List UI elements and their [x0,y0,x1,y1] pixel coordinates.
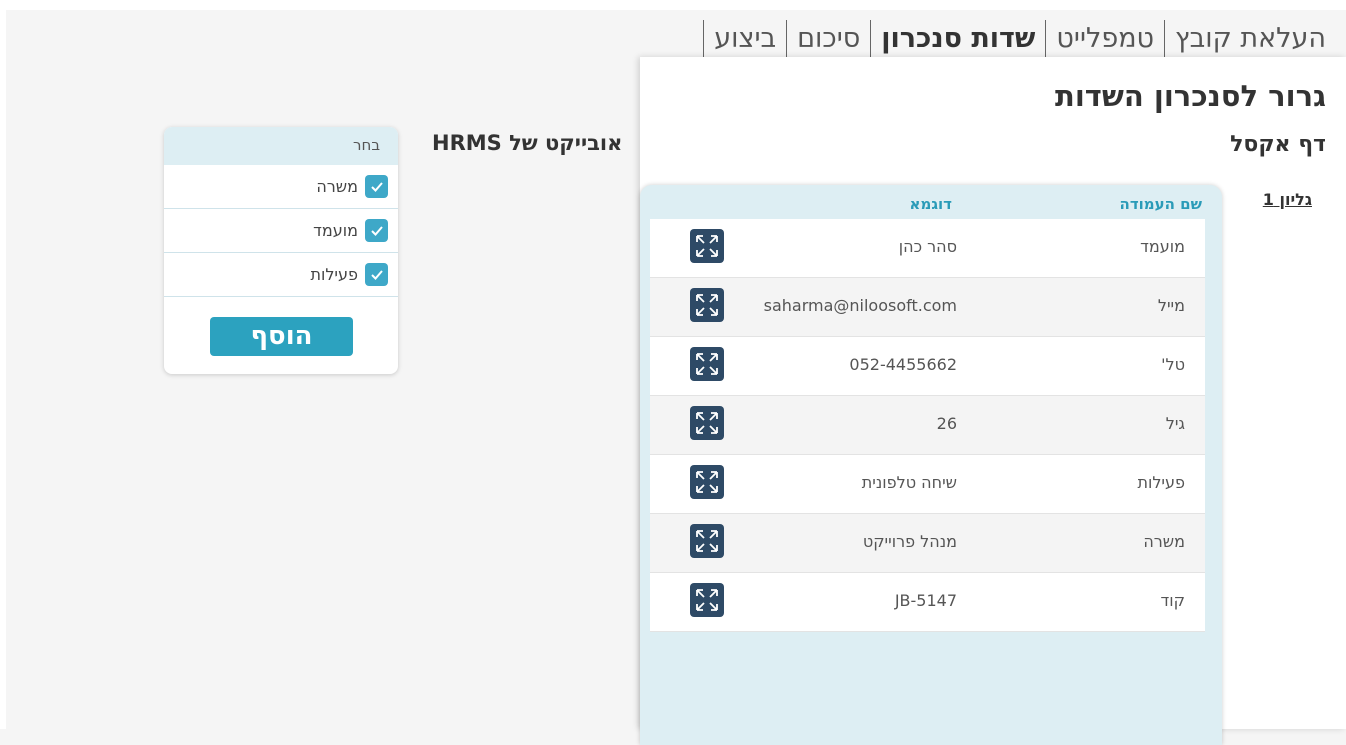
expand-arrows-icon[interactable] [690,288,724,322]
table-row[interactable]: משרה מנהל פרוייקט [650,514,1205,573]
step-sync-fields[interactable]: שדות סנכרון [870,20,1045,58]
object-item-label: פעילות [310,265,358,284]
wizard-steps: העלאת קובץ טמפלייט שדות סנכרון סיכום ביצ… [703,20,1326,58]
column-name: קוד [1160,591,1185,610]
table-row[interactable]: טל' 052-4455662 [650,337,1205,396]
columns-list: מועמד סהר כהן מייל saharma@niloosoft.com טל'… [650,219,1205,632]
column-example: שיחה טלפונית [861,473,957,492]
expand-arrows-icon[interactable] [690,583,724,617]
left-strip [0,0,6,729]
step-template[interactable]: טמפלייט [1045,20,1164,58]
column-example: saharma@niloosoft.com [763,296,957,315]
hrms-object-label: אובייקט של HRMS [432,131,623,155]
object-item[interactable]: פעילות [164,253,398,297]
column-name: פעילות [1137,473,1185,492]
top-strip [0,0,1346,10]
step-upload[interactable]: העלאת קובץ [1164,20,1326,58]
checkbox-checked-icon[interactable] [365,219,388,242]
column-name: גיל [1165,414,1185,433]
object-item-label: משרה [316,177,358,196]
sheet-link[interactable]: גליון 1 [1263,190,1312,209]
column-name: מייל [1157,296,1185,315]
column-name: מועמד [1140,237,1185,256]
column-example: סהר כהן [898,237,957,256]
table-row[interactable]: מייל saharma@niloosoft.com [650,278,1205,337]
object-item[interactable]: משרה [164,165,398,209]
checkbox-checked-icon[interactable] [365,175,388,198]
table-row[interactable]: קוד JB-5147 [650,573,1205,632]
column-example: 052-4455662 [849,355,957,374]
expand-arrows-icon[interactable] [690,229,724,263]
column-example: מנהל פרוייקט [862,532,957,551]
step-summary[interactable]: סיכום [786,20,870,58]
expand-arrows-icon[interactable] [690,524,724,558]
step-execute[interactable]: ביצוע [703,20,786,58]
table-row[interactable]: מועמד סהר כהן [650,219,1205,278]
table-row[interactable]: גיל 26 [650,396,1205,455]
columns-card: שם העמודה דוגמא מועמד סהר כהן מייל saharma@… [640,185,1222,745]
header-column-name: שם העמודה [1119,195,1202,213]
column-name: טל' [1161,355,1185,374]
column-example: JB-5147 [894,591,957,610]
object-item-label: מועמד [313,221,358,240]
expand-arrows-icon[interactable] [690,406,724,440]
panel-subtitle: דף אקסל [1230,132,1326,157]
select-header: בחר [164,127,398,165]
select-header-label: בחר [353,136,380,154]
add-button[interactable]: הוסף [210,317,353,356]
object-item[interactable]: מועמד [164,209,398,253]
table-row[interactable]: פעילות שיחה טלפונית [650,455,1205,514]
sync-panel: גרור לסנכרון השדות דף אקסל גליון 1 שם הע… [640,57,1346,745]
checkbox-checked-icon[interactable] [365,263,388,286]
panel-title: גרור לסנכרון השדות [1055,79,1326,113]
header-example: דוגמא [909,195,952,213]
expand-arrows-icon[interactable] [690,347,724,381]
expand-arrows-icon[interactable] [690,465,724,499]
column-example: 26 [936,414,957,433]
column-name: משרה [1143,532,1185,551]
hrms-object-selector: בחר משרה מועמד פעילות הוסף [164,127,398,374]
